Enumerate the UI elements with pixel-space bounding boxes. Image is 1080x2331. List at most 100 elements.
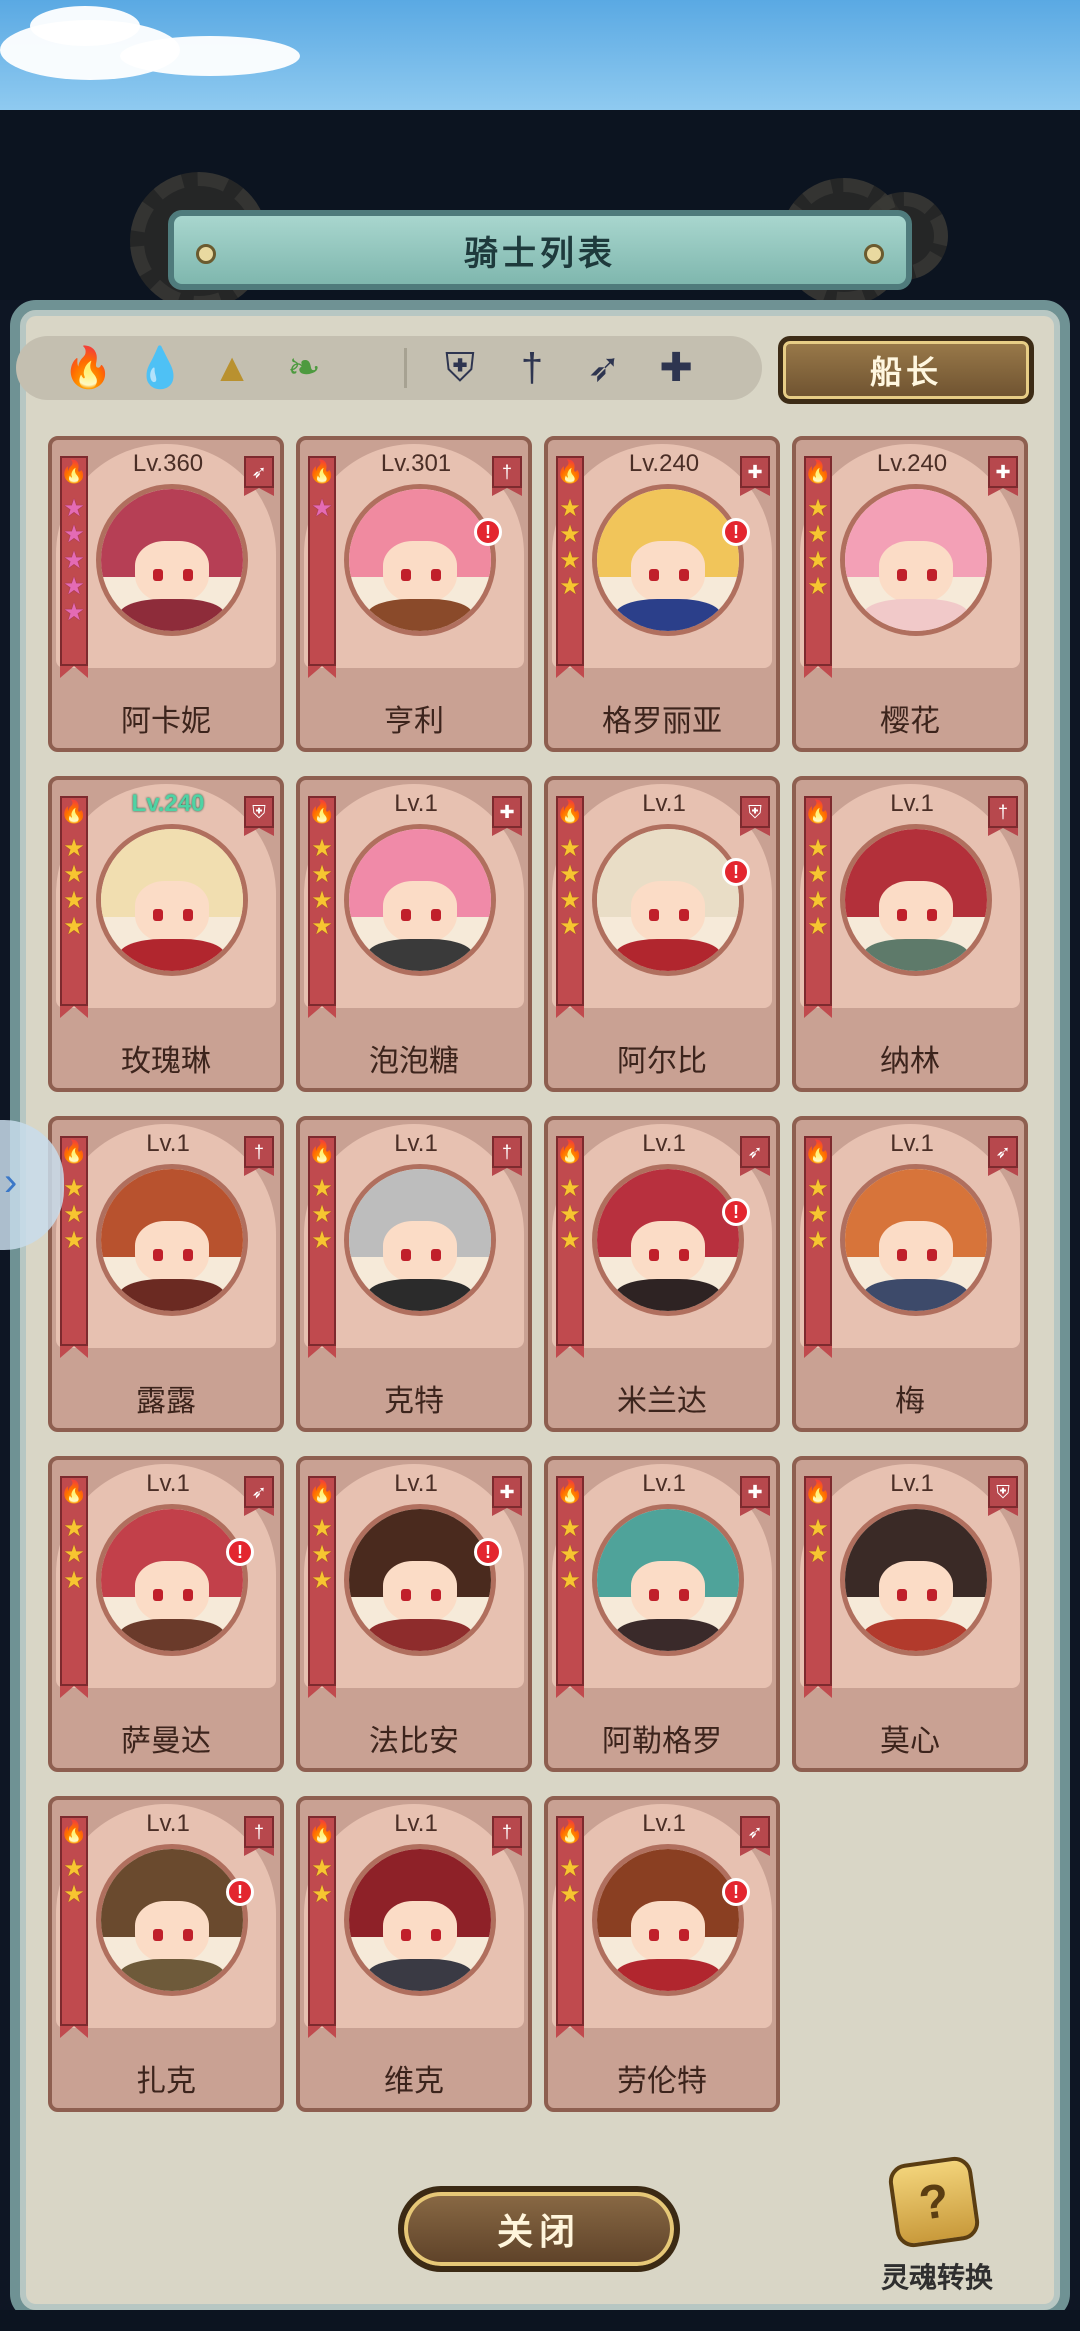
knight-card[interactable]: 🔥 ★ ★ ★ ★ Lv.1 † 纳林 — [792, 776, 1028, 1092]
fire-element-icon: 🔥 — [556, 1479, 584, 1504]
knight-card[interactable]: 🔥 ★ ★ Lv.1 †! 扎克 — [48, 1796, 284, 2112]
star-icon: ★ — [63, 1567, 85, 1594]
portrait-face — [631, 1221, 705, 1283]
knight-portrait — [96, 824, 248, 976]
knight-level: Lv.240 — [876, 450, 948, 477]
star-icon: ★ — [807, 521, 829, 548]
portrait-eye — [431, 1929, 441, 1941]
knight-card[interactable]: 🔥 ★ ★ ★ ★ Lv.1 ✚ 泡泡糖 — [296, 776, 532, 1092]
wind-element-icon[interactable]: ❧ — [278, 342, 330, 394]
portrait-eye — [401, 569, 411, 581]
knight-card[interactable]: 🔥 ★ ★ ★ ★ Lv.1 ⛨! 阿尔比 — [544, 776, 780, 1092]
knight-card[interactable]: 🔥 ★ ★ Lv.1 ➶! 劳伦特 — [544, 1796, 780, 2112]
knight-card[interactable]: 🔥 ★ ★ ★ Lv.1 ➶! 萨曼达 — [48, 1456, 284, 1772]
fire-element-icon: 🔥 — [60, 459, 88, 484]
star-icon: ★ — [807, 573, 829, 600]
star-rating: ★ ★ ★ ★ ★ — [61, 496, 87, 626]
star-icon: ★ — [807, 1227, 829, 1254]
portrait-eye — [431, 909, 441, 921]
close-button[interactable]: 关闭 — [398, 2186, 680, 2272]
star-icon: ★ — [311, 835, 333, 862]
knight-level: Lv.1 — [890, 1130, 934, 1157]
portrait-body — [615, 1619, 721, 1651]
star-icon: ★ — [63, 1227, 85, 1254]
portrait-body — [863, 599, 969, 631]
knight-card[interactable]: 🔥 ★ ★ ★ ★ ★ Lv.360 ➶ 阿卡妮 — [48, 436, 284, 752]
knight-card[interactable]: 🔥 ★ ★ ★ Lv.1 ➶ 梅 — [792, 1116, 1028, 1432]
knight-card[interactable]: 🔥 ★ ★ ★ Lv.1 ➶! 米兰达 — [544, 1116, 780, 1432]
star-icon: ★ — [559, 1855, 581, 1882]
portrait-face — [383, 541, 457, 603]
bow-class-icon[interactable]: ➶ — [578, 342, 630, 394]
knight-card[interactable]: 🔥 ★ ★ Lv.1 † 维克 — [296, 1796, 532, 2112]
healer-class-icon: ✚ — [988, 456, 1018, 496]
fire-element-icon: 🔥 — [556, 1819, 584, 1844]
star-icon: ★ — [559, 887, 581, 914]
star-rating: ★ ★ ★ — [805, 1176, 831, 1254]
earth-element-icon[interactable]: ▲ — [206, 342, 258, 394]
fire-element-icon: 🔥 — [60, 1479, 88, 1504]
knight-portrait — [344, 1164, 496, 1316]
portrait-body — [119, 939, 225, 971]
knight-name: 维克 — [384, 2065, 444, 2098]
star-icon: ★ — [807, 547, 829, 574]
sword-class-icon: † — [492, 1136, 522, 1176]
soul-convert-button[interactable]: ? 灵魂转换 — [862, 2154, 1012, 2300]
filter-divider — [404, 348, 407, 388]
fire-element-icon[interactable]: 🔥 — [62, 342, 114, 394]
knight-card[interactable]: 🔥 ★ ★ ★ ★ Lv.240 ✚ 樱花 — [792, 436, 1028, 752]
alert-badge-icon: ! — [722, 858, 750, 886]
shield-class-icon[interactable]: ⛨ — [434, 342, 486, 394]
knight-level: Lv.1 — [394, 790, 438, 817]
healer-class-icon[interactable]: ✚ — [650, 342, 702, 394]
portrait-eye — [401, 909, 411, 921]
knight-portrait — [840, 1504, 992, 1656]
knight-name: 樱花 — [880, 705, 940, 738]
knight-name: 劳伦特 — [617, 2065, 707, 2098]
captain-button[interactable]: 船长 — [778, 336, 1034, 404]
alert-badge-icon: ! — [722, 518, 750, 546]
alert-badge-icon: ! — [226, 1878, 254, 1906]
knight-portrait — [592, 1844, 744, 1996]
portrait-face — [879, 1561, 953, 1623]
portrait-body — [863, 939, 969, 971]
portrait-body — [367, 1279, 473, 1311]
knight-level: Lv.1 — [394, 1130, 438, 1157]
knight-card[interactable]: 🔥 ★ ★ Lv.1 ⛨ 莫心 — [792, 1456, 1028, 1772]
knight-card[interactable]: 🔥 ★ ★ ★ Lv.1 ✚ 阿勒格罗 — [544, 1456, 780, 1772]
star-icon: ★ — [63, 1541, 85, 1568]
knight-name: 扎克 — [136, 2065, 196, 2098]
knight-card[interactable]: 🔥 ★ ★ ★ ★ Lv.240 ✚! 格罗丽亚 — [544, 436, 780, 752]
portrait-face — [383, 881, 457, 943]
knight-card[interactable]: 🔥 ★ ★ ★ Lv.1 † 露露 — [48, 1116, 284, 1432]
knight-name: 萨曼达 — [121, 1725, 211, 1758]
portrait-eye — [183, 1929, 193, 1941]
portrait-eye — [401, 1929, 411, 1941]
portrait-body — [367, 1959, 473, 1991]
knight-portrait — [96, 1844, 248, 1996]
sword-class-icon[interactable]: † — [506, 342, 558, 394]
knight-card[interactable]: 🔥 ★ ★ ★ ★ Lv.240 ⛨ 玫瑰琳 — [48, 776, 284, 1092]
title-rivet-icon — [196, 244, 216, 264]
knight-level: Lv.360 — [132, 450, 204, 477]
bow-class-icon: ➶ — [740, 1136, 770, 1176]
star-rating: ★ ★ ★ ★ — [557, 836, 583, 940]
portrait-body — [863, 1279, 969, 1311]
water-element-icon[interactable]: 💧 — [134, 342, 186, 394]
knight-card[interactable]: 🔥 ★ ★ ★ Lv.1 † 克特 — [296, 1116, 532, 1432]
portrait-face — [631, 1561, 705, 1623]
portrait-eye — [649, 909, 659, 921]
bow-class-icon: ➶ — [740, 1816, 770, 1856]
portrait-face — [135, 881, 209, 943]
portrait-eye — [401, 1249, 411, 1261]
star-icon: ★ — [63, 1175, 85, 1202]
portrait-eye — [897, 909, 907, 921]
portrait-body — [615, 1959, 721, 1991]
knight-name: 阿尔比 — [617, 1045, 707, 1078]
portrait-eye — [649, 569, 659, 581]
knight-level: Lv.1 — [890, 1470, 934, 1497]
knight-name: 格罗丽亚 — [602, 705, 722, 738]
knight-card[interactable]: 🔥 ★ ★ ★ Lv.1 ✚! 法比安 — [296, 1456, 532, 1772]
star-icon: ★ — [63, 547, 85, 574]
knight-card[interactable]: 🔥 ★ Lv.301 †! 亨利 — [296, 436, 532, 752]
